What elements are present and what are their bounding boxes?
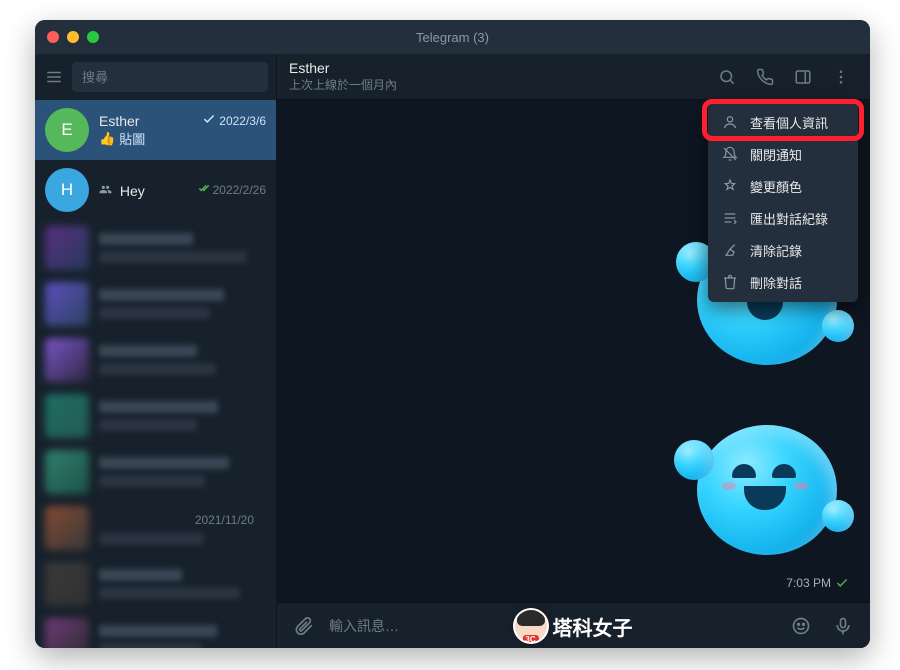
read-checks-icon	[195, 181, 210, 199]
avatar: H	[45, 168, 89, 212]
menu-item-export[interactable]: 匯出對話紀錄	[708, 202, 858, 234]
read-checks-icon	[202, 112, 216, 129]
traffic-lights	[47, 31, 99, 43]
chat-header[interactable]: Esther 上次上線於一個月內	[277, 54, 870, 100]
chat-item-blurred[interactable]	[35, 276, 276, 332]
chat-item-blurred[interactable]: 2021/11/20	[35, 500, 276, 556]
chat-item-blurred[interactable]	[35, 556, 276, 612]
window-maximize-button[interactable]	[87, 31, 99, 43]
menu-label: 清除記錄	[750, 241, 802, 260]
search-in-chat-button[interactable]	[710, 60, 744, 94]
message-time: 7:03 PM	[779, 574, 856, 592]
sticker-message[interactable]	[682, 400, 852, 570]
chat-item-blurred[interactable]	[35, 388, 276, 444]
thumbs-up-icon: 👍	[99, 131, 115, 147]
app-window: Telegram (3) E Esther	[35, 20, 870, 648]
palette-icon	[722, 178, 738, 194]
context-menu: 查看個人資訊 關閉通知 變更顏色 匯出對話紀錄 清除記錄	[708, 102, 858, 302]
app-body: E Esther 2022/3/6 👍	[35, 54, 870, 648]
profile-icon	[722, 114, 738, 130]
window-title: Telegram (3)	[35, 30, 870, 45]
search-input[interactable]	[72, 62, 268, 92]
window-close-button[interactable]	[47, 31, 59, 43]
chat-list[interactable]: E Esther 2022/3/6 👍	[35, 100, 276, 648]
menu-item-clear[interactable]: 清除記錄	[708, 234, 858, 266]
emoji-button[interactable]	[784, 609, 818, 643]
attach-button[interactable]	[287, 609, 321, 643]
message-input[interactable]	[329, 618, 776, 634]
avatar: E	[45, 108, 89, 152]
chat-preview: 👍 貼圖	[99, 129, 266, 148]
chat-item-body: Hey 2022/2/26	[99, 181, 266, 199]
chat-item-blurred[interactable]	[35, 220, 276, 276]
chat-name: Esther	[99, 113, 139, 129]
menu-label: 關閉通知	[750, 145, 802, 164]
menu-item-delete[interactable]: 刪除對話	[708, 266, 858, 298]
chat-item-blurred[interactable]	[35, 444, 276, 500]
chat-header-name: Esther	[289, 60, 397, 76]
chat-item-blurred[interactable]	[35, 612, 276, 648]
trash-icon	[722, 274, 738, 290]
menu-item-mute[interactable]: 關閉通知	[708, 138, 858, 170]
chat-item-hey[interactable]: H Hey	[35, 160, 276, 220]
menu-item-color[interactable]: 變更顏色	[708, 170, 858, 202]
titlebar: Telegram (3)	[35, 20, 870, 54]
voice-button[interactable]	[826, 609, 860, 643]
mute-icon	[722, 146, 738, 162]
more-button[interactable]	[824, 60, 858, 94]
chat-date: 2021/11/20	[99, 511, 266, 527]
menu-button[interactable]	[43, 63, 64, 91]
menu-item-profile[interactable]: 查看個人資訊	[708, 106, 858, 138]
sidepanel-button[interactable]	[786, 60, 820, 94]
chat-name: Hey	[99, 183, 145, 199]
chat-date: 2022/2/26	[195, 181, 266, 199]
sidebar-top	[35, 54, 276, 100]
chat-header-info[interactable]: Esther 上次上線於一個月內	[289, 60, 397, 93]
call-button[interactable]	[748, 60, 782, 94]
window-minimize-button[interactable]	[67, 31, 79, 43]
menu-label: 匯出對話紀錄	[750, 209, 828, 228]
chat-date: 2022/3/6	[202, 112, 266, 129]
chat-item-body: Esther 2022/3/6 👍 貼圖	[99, 112, 266, 148]
read-check-icon	[835, 576, 849, 590]
chat-item-esther[interactable]: E Esther 2022/3/6 👍	[35, 100, 276, 160]
menu-label: 刪除對話	[750, 273, 802, 292]
composer	[277, 602, 870, 648]
chat-item-blurred[interactable]	[35, 332, 276, 388]
chat-header-actions	[710, 60, 858, 94]
chat-main: Esther 上次上線於一個月內	[277, 54, 870, 648]
menu-label: 變更顏色	[750, 177, 802, 196]
export-icon	[722, 210, 738, 226]
menu-label: 查看個人資訊	[750, 113, 828, 132]
sidebar: E Esther 2022/3/6 👍	[35, 54, 277, 648]
broom-icon	[722, 242, 738, 258]
chat-header-status: 上次上線於一個月內	[289, 76, 397, 93]
group-icon	[99, 183, 116, 199]
